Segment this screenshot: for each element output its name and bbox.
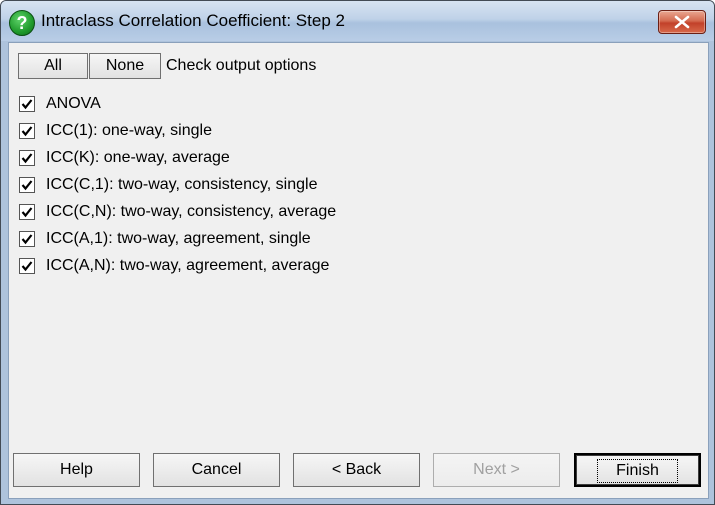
checkmark-icon — [21, 207, 33, 218]
close-icon — [674, 15, 690, 29]
checkbox[interactable] — [19, 123, 35, 139]
finish-button-label: Finish — [597, 459, 678, 483]
window-title: Intraclass Correlation Coefficient: Step… — [41, 11, 345, 30]
checkbox[interactable] — [19, 96, 35, 112]
option-label: ICC(A,N): two-way, agreement, average — [46, 257, 330, 274]
checkmark-icon — [21, 153, 33, 164]
next-button[interactable]: Next > — [433, 453, 560, 487]
option-label: ICC(C,1): two-way, consistency, single — [46, 176, 318, 193]
option-label: ANOVA — [46, 95, 101, 112]
cancel-button[interactable]: Cancel — [153, 453, 280, 487]
checkmark-icon — [21, 261, 33, 272]
option-label: ICC(A,1): two-way, agreement, single — [46, 230, 311, 247]
all-button[interactable]: All — [18, 53, 88, 79]
check-output-options-label: Check output options — [166, 57, 317, 74]
checkbox[interactable] — [19, 258, 35, 274]
help-button[interactable]: Help — [13, 453, 140, 487]
checkbox[interactable] — [19, 177, 35, 193]
checkmark-icon — [21, 234, 33, 245]
checkmark-icon — [21, 126, 33, 137]
option-label: ICC(C,N): two-way, consistency, average — [46, 203, 337, 220]
checkbox[interactable] — [19, 150, 35, 166]
checkmark-icon — [21, 99, 33, 110]
option-label: ICC(K): one-way, average — [46, 149, 230, 166]
none-button[interactable]: None — [89, 53, 161, 79]
checkbox[interactable] — [19, 204, 35, 220]
title-bar[interactable]: ? Intraclass Correlation Coefficient: St… — [1, 1, 714, 41]
finish-button[interactable]: Finish — [574, 453, 701, 487]
back-button[interactable]: < Back — [293, 453, 420, 487]
close-button[interactable] — [658, 10, 706, 34]
option-label: ICC(1): one-way, single — [46, 122, 212, 139]
checkmark-icon — [21, 180, 33, 191]
help-question-icon: ? — [9, 10, 35, 36]
checkbox[interactable] — [19, 231, 35, 247]
dialog-window: ? Intraclass Correlation Coefficient: St… — [0, 0, 715, 505]
dialog-client-area: All None Check output options ANOVA ICC(… — [8, 42, 709, 499]
